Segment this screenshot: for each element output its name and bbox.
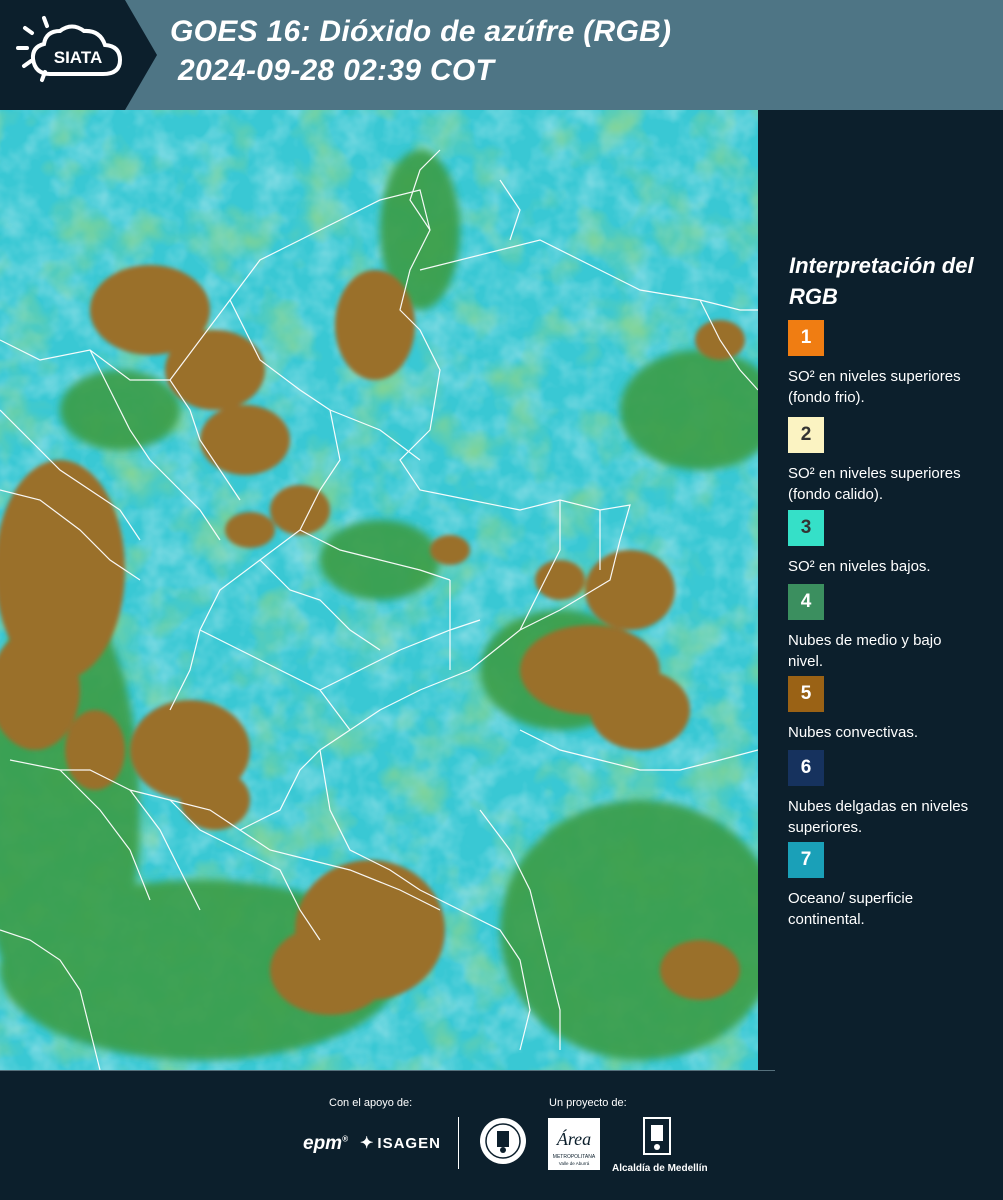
legend-swatch-5: 5 xyxy=(788,676,824,712)
legend-swatch-7: 7 xyxy=(788,842,824,878)
legend-swatch-2: 2 xyxy=(788,417,824,453)
legend-title: Interpretación del RGB xyxy=(789,253,974,309)
legend-label-6: Nubes delgadas en niveles superiores. xyxy=(788,798,969,836)
legend-label-2: SO² en niveles superiores (fondo calido)… xyxy=(788,465,961,503)
isagen-logo[interactable]: ✦ ISAGEN xyxy=(360,1133,441,1153)
legend-label-4: Nubes de medio y bajo nivel. xyxy=(788,632,942,670)
legend-item-3: 3 SO² en niveles bajos. xyxy=(788,510,988,577)
satellite-map[interactable] xyxy=(0,110,758,1070)
legend-item-6: 6 Nubes delgadas en niveles superiores. xyxy=(788,750,988,838)
legend-label-5: Nubes convectivas. xyxy=(788,724,919,741)
page-title: GOES 16: Dióxido de azúfre (RGB) xyxy=(170,15,672,48)
legend-label-1: SO² en niveles superiores (fondo frio). xyxy=(788,368,961,406)
legend-swatch-3: 3 xyxy=(788,510,824,546)
svg-text:Área: Área xyxy=(556,1128,591,1149)
legend-swatch-6: 6 xyxy=(788,750,824,786)
legend: Interpretación del RGB 1 SO² en niveles … xyxy=(760,110,1003,1070)
legend-label-7: Oceano/ superficie continental. xyxy=(788,890,914,928)
isagen-icon: ✦ xyxy=(360,1135,375,1152)
svg-text:Valle de Aburrá: Valle de Aburrá xyxy=(559,1161,590,1166)
svg-text:METROPOLITANA: METROPOLITANA xyxy=(553,1154,596,1160)
legend-label-3: SO² en niveles bajos. xyxy=(788,558,931,575)
legend-swatch-4: 4 xyxy=(788,584,824,620)
legend-item-2: 2 SO² en niveles superiores (fondo calid… xyxy=(788,417,988,505)
legend-item-7: 7 Oceano/ superficie continental. xyxy=(788,842,988,930)
alcaldia-medellin-logo[interactable]: Alcaldía de Medellín xyxy=(612,1116,708,1174)
legend-item-5: 5 Nubes convectivas. xyxy=(788,676,988,743)
legend-swatch-1: 1 xyxy=(788,320,824,356)
footer-divider xyxy=(458,1117,459,1169)
legend-item-4: 4 Nubes de medio y bajo nivel. xyxy=(788,584,988,672)
epm-logo[interactable]: epm® xyxy=(303,1133,348,1155)
footer-divider-line xyxy=(0,1070,775,1071)
footer: Con el apoyo de: Un proyecto de: epm® ✦ I… xyxy=(0,1070,1003,1200)
support-label: Con el apoyo de: xyxy=(329,1097,413,1109)
siata-logo[interactable]: SIATA xyxy=(0,0,160,110)
siata-logo-text: SIATA xyxy=(54,48,102,67)
area-metropolitana-logo[interactable]: Área METROPOLITANA Valle de Aburrá xyxy=(548,1118,600,1170)
project-label: Un proyecto de: xyxy=(549,1097,627,1109)
legend-item-1: 1 SO² en niveles superiores (fondo frio)… xyxy=(788,320,988,408)
page-timestamp: 2024-09-28 02:39 COT xyxy=(178,54,495,87)
medellin-seal-logo[interactable] xyxy=(478,1116,528,1171)
header: SIATA GOES 16: Dióxido de azúfre (RGB) 2… xyxy=(0,0,1003,110)
